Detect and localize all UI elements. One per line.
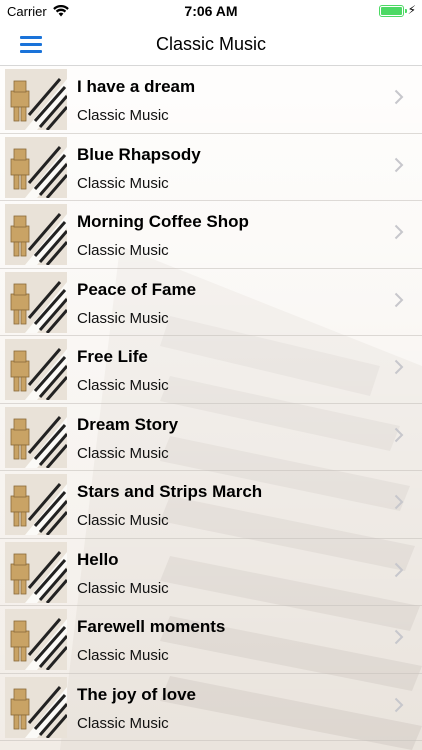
page-title: Classic Music [155,34,266,54]
track-subtitle: Classic Music [77,377,169,394]
track-subtitle: Classic Music [77,174,169,192]
track-thumbnail [5,406,67,468]
track-title: Free Life [77,347,148,366]
track-subtitle: Classic Music [77,512,169,529]
chevron-right-icon [394,427,404,443]
track-list: I have a dream Classic Music Blue Rhapso… [0,66,422,750]
track-title: Blue Rhapsody [77,144,201,164]
track-subtitle: Classic Music [77,579,169,597]
track-title: Stars and Strips March [77,482,263,501]
track-thumbnail [5,69,67,130]
track-thumbnail [5,136,67,198]
chevron-right-icon [394,224,404,240]
track-row[interactable]: Hello Classic Music [0,539,422,606]
track-title: Hello [77,549,119,569]
track-thumbnail [5,541,67,603]
track-thumbnail [5,204,67,265]
track-row[interactable]: Free Life Classic Music [0,336,422,404]
track-thumbnail [5,339,67,400]
track-thumbnail [5,271,67,333]
track-title: The joy of love [77,684,197,704]
track-thumbnail [5,474,67,535]
chevron-right-icon [394,157,404,173]
track-subtitle: Classic Music [77,714,169,732]
track-row[interactable]: Peace of Fame Classic Music [0,269,422,336]
chevron-right-icon [394,359,404,375]
track-thumbnail [5,676,67,738]
track-row[interactable]: Blue Rhapsody Classic Music [0,134,422,201]
chevron-right-icon [394,89,404,105]
track-row[interactable]: Dream Story Classic Music [0,404,422,471]
track-subtitle: Classic Music [77,444,169,462]
battery-icon [379,5,407,17]
track-row[interactable]: Stars and Strips March Classic Music [0,471,422,539]
chevron-right-icon [394,562,404,578]
track-subtitle: Classic Music [77,107,169,124]
track-title: Morning Coffee Shop [77,212,249,231]
track-title: Dream Story [77,414,179,434]
track-row[interactable]: Morning Coffee Shop Classic Music [0,201,422,269]
charging-bolt-icon: ⚡ [407,3,416,17]
track-row[interactable]: I have a dream Classic Music [0,66,422,134]
chevron-right-icon [394,629,404,645]
navigation-bar: Classic Music [0,22,422,66]
track-subtitle: Classic Music [77,242,169,259]
chevron-right-icon [394,697,404,713]
track-subtitle: Classic Music [77,309,169,327]
chevron-right-icon [394,292,404,308]
chevron-right-icon [394,494,404,510]
track-thumbnail [5,609,67,670]
track-title: Farewell moments [77,617,226,636]
track-subtitle: Classic Music [77,647,169,664]
track-title: Peace of Fame [77,279,197,299]
status-time: 7:06 AM [184,3,238,19]
track-title: I have a dream [77,77,196,96]
status-bar: Carrier 7:06 AM ⚡ [0,0,422,22]
track-row[interactable]: Farewell moments Classic Music [0,606,422,674]
track-row[interactable]: The joy of love Classic Music [0,674,422,741]
